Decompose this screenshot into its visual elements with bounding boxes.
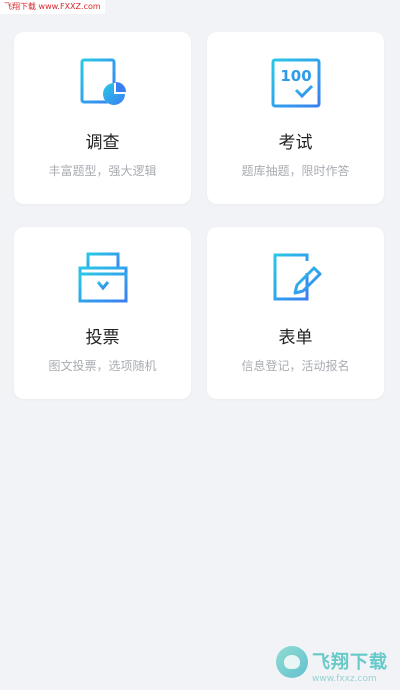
exam-score-100-icon: 100: [269, 56, 323, 110]
card-subtitle: 题库抽题，限时作答: [241, 164, 350, 178]
form-edit-pen-icon: [269, 251, 323, 305]
vote-card[interactable]: 投票 图文投票，选项随机: [14, 227, 191, 399]
survey-chart-document-icon: [76, 56, 130, 110]
brand-url: www.fxxz.com: [312, 674, 377, 684]
card-title: 表单: [278, 328, 313, 348]
brand-name: 飞翔下载: [312, 652, 388, 673]
svg-text:100: 100: [280, 67, 311, 85]
card-subtitle: 丰富题型，强大逻辑: [48, 164, 157, 178]
card-title: 调查: [85, 133, 120, 153]
form-card[interactable]: 表单 信息登记，活动报名: [207, 227, 384, 399]
brand-watermark: 飞翔下载 www.fxxz.com: [276, 644, 390, 688]
bird-logo-icon: [276, 646, 308, 678]
ballot-box-icon: [76, 251, 130, 305]
exam-card[interactable]: 100 考试 题库抽题，限时作答: [207, 32, 384, 204]
top-watermark: 飞翔下载 www.FXXZ.com: [0, 0, 105, 14]
card-subtitle: 信息登记，活动报名: [241, 359, 350, 373]
card-subtitle: 图文投票，选项随机: [48, 359, 157, 373]
card-title: 考试: [278, 133, 313, 153]
survey-card[interactable]: 调查 丰富题型，强大逻辑: [14, 32, 191, 204]
card-title: 投票: [85, 328, 120, 348]
